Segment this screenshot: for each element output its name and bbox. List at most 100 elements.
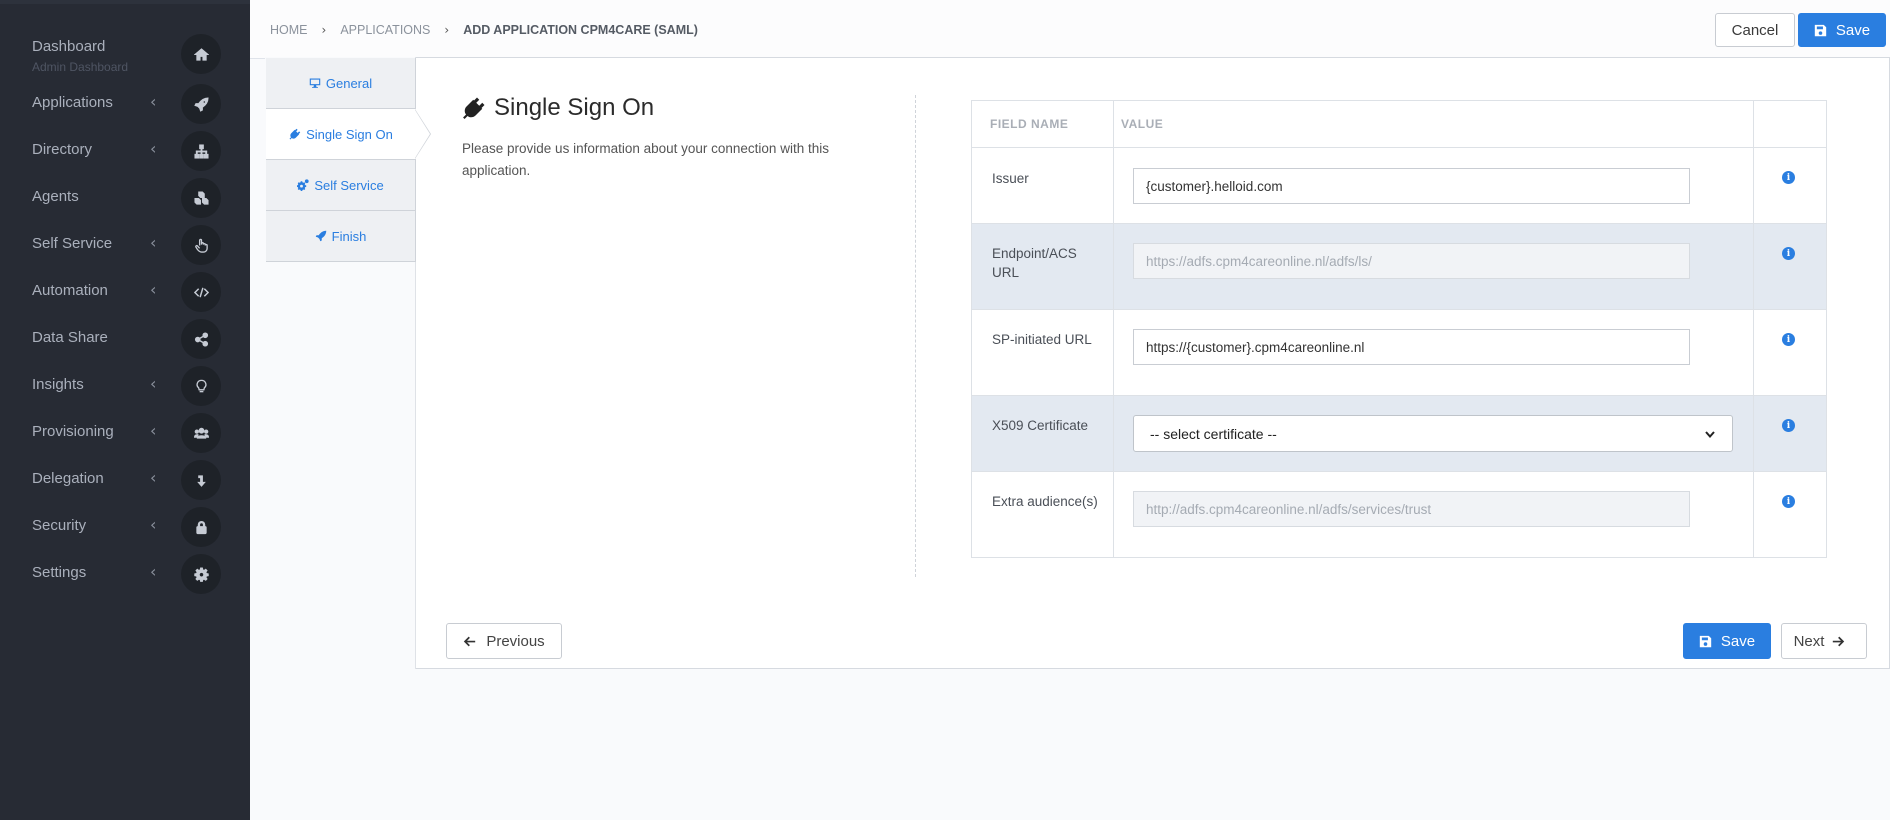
sidebar-item-provisioning[interactable]: Provisioning ‹ — [0, 409, 250, 456]
cubes-icon — [181, 178, 221, 218]
sidebar-item-directory[interactable]: Directory ‹ — [0, 127, 250, 174]
sidebar-item-data-share[interactable]: Data Share — [0, 315, 250, 362]
chevron-right-icon: › — [321, 23, 327, 37]
field-label-sp-initiated-url: SP-initiated URL — [992, 332, 1092, 347]
save-button-label: Save — [1720, 632, 1756, 650]
tab-general[interactable]: General — [266, 58, 416, 109]
column-header-field-name: FIELD NAME — [990, 117, 1069, 131]
sidebar-item-self-service[interactable]: Self Service ‹ — [0, 221, 250, 268]
chevron-left-icon: ‹ — [150, 139, 157, 158]
info-icon[interactable]: i — [1782, 495, 1795, 508]
sidebar-item-label: Data Share — [32, 329, 108, 346]
save-button[interactable]: Save — [1798, 13, 1886, 47]
sidebar-item-label: Automation — [32, 282, 108, 299]
sidebar-item-agents[interactable]: Agents — [0, 174, 250, 221]
section-divider — [915, 95, 916, 577]
field-label-x509-certificate: X509 Certificate — [992, 418, 1089, 433]
sitemap-icon — [181, 131, 221, 171]
sidebar-item-insights[interactable]: Insights ‹ — [0, 362, 250, 409]
chevron-right-icon: › — [444, 23, 450, 37]
breadcrumb-current: ADD APPLICATION CPM4CARE (SAML) — [463, 23, 698, 37]
sidebar-item-label: Agents — [32, 188, 79, 205]
previous-button[interactable]: Previous — [446, 623, 562, 659]
next-button[interactable]: Next — [1781, 623, 1867, 659]
tab-self-service[interactable]: Self Service — [266, 160, 416, 211]
sidebar-item-automation[interactable]: Automation ‹ — [0, 268, 250, 315]
sidebar-item-applications[interactable]: Applications ‹ — [0, 80, 250, 127]
tab-label: Self Service — [314, 177, 384, 193]
chevron-left-icon: ‹ — [150, 374, 157, 393]
share-icon — [181, 319, 221, 359]
sidebar-item-dashboard[interactable]: Dashboard Admin Dashboard — [0, 30, 250, 77]
column-header-value: VALUE — [1121, 117, 1164, 131]
arrow-left-icon — [464, 636, 476, 646]
column-divider — [1113, 100, 1114, 558]
rocket-icon — [315, 230, 326, 242]
level-down-icon — [181, 460, 221, 500]
chevron-left-icon: ‹ — [150, 233, 157, 252]
active-tab-arrow-fill — [415, 110, 430, 158]
previous-button-label: Previous — [486, 632, 545, 650]
chevron-left-icon: ‹ — [150, 280, 157, 299]
page-title: Single Sign On — [462, 94, 654, 122]
sidebar-item-label: Security — [32, 517, 87, 534]
cancel-button-label: Cancel — [1731, 21, 1779, 39]
sidebar-item-label: Dashboard — [32, 38, 106, 55]
step-description: Please provide us information about your… — [462, 141, 829, 178]
chevron-left-icon: ‹ — [150, 92, 157, 111]
chevron-left-icon: ‹ — [150, 421, 157, 440]
field-label-endpoint-acs-url: Endpoint/ACS URL — [992, 246, 1077, 280]
floppy-disk-icon — [1814, 24, 1827, 36]
sidebar-item-label: Applications — [32, 94, 113, 111]
info-icon[interactable]: i — [1782, 333, 1795, 346]
sidebar-item-label: Settings — [32, 564, 87, 581]
cancel-button[interactable]: Cancel — [1715, 13, 1795, 47]
chevron-left-icon: ‹ — [150, 515, 157, 534]
chevron-left-icon: ‹ — [150, 468, 157, 487]
chevron-down-icon — [1705, 430, 1715, 438]
sidebar: Dashboard Admin Dashboard Applications ‹… — [0, 0, 250, 820]
x509-certificate-select-value: -- select certificate -- — [1150, 425, 1277, 442]
tab-label: Finish — [331, 228, 367, 244]
plug-icon — [463, 97, 485, 119]
sp-initiated-url-input[interactable]: https://{customer}.cpm4careonline.nl — [1133, 329, 1690, 365]
rocket-icon — [181, 84, 221, 124]
users-icon — [181, 413, 221, 453]
tab-single-sign-on[interactable]: Single Sign On — [266, 109, 416, 160]
sidebar-item-settings[interactable]: Settings ‹ — [0, 550, 250, 597]
next-button-label: Next — [1793, 632, 1825, 650]
lock-icon — [181, 507, 221, 547]
extra-audiences-input[interactable]: http://adfs.cpm4careonline.nl/adfs/servi… — [1133, 491, 1690, 527]
breadcrumb-applications[interactable]: APPLICATIONS — [340, 23, 430, 37]
sidebar-item-delegation[interactable]: Delegation ‹ — [0, 456, 250, 503]
tab-label: General — [325, 75, 373, 91]
sidebar-top-border — [0, 0, 250, 4]
floppy-disk-icon — [1699, 635, 1712, 647]
endpoint-acs-url-input[interactable]: https://adfs.cpm4careonline.nl/adfs/ls/ — [1133, 243, 1690, 279]
breadcrumb-home[interactable]: HOME — [270, 23, 308, 37]
home-icon — [181, 34, 221, 74]
info-icon[interactable]: i — [1782, 171, 1795, 184]
save-button-label: Save — [1835, 21, 1871, 39]
desktop-icon — [309, 78, 321, 88]
cogs-icon — [297, 179, 309, 191]
gear-icon — [181, 554, 221, 594]
field-label-extra-audiences: Extra audience(s) — [992, 494, 1098, 509]
issuer-input[interactable]: {customer}.helloid.com — [1133, 168, 1690, 204]
column-divider — [1753, 100, 1754, 558]
hand-pointer-icon — [181, 225, 221, 265]
tab-finish[interactable]: Finish — [266, 211, 416, 262]
info-icon[interactable]: i — [1782, 419, 1795, 432]
info-icon[interactable]: i — [1782, 247, 1795, 260]
breadcrumb: HOME › APPLICATIONS › ADD APPLICATION CP… — [270, 23, 698, 37]
lightbulb-icon — [181, 366, 221, 406]
code-icon — [181, 272, 221, 312]
x509-certificate-select[interactable]: -- select certificate -- — [1133, 415, 1733, 452]
sidebar-item-security[interactable]: Security ‹ — [0, 503, 250, 550]
top-bar: HOME › APPLICATIONS › ADD APPLICATION CP… — [250, 0, 1890, 59]
sidebar-item-label: Insights — [32, 376, 84, 393]
save-button-bottom[interactable]: Save — [1683, 623, 1771, 659]
tab-label: Single Sign On — [306, 126, 393, 142]
chevron-left-icon: ‹ — [150, 562, 157, 581]
field-label-issuer: Issuer — [992, 171, 1029, 186]
